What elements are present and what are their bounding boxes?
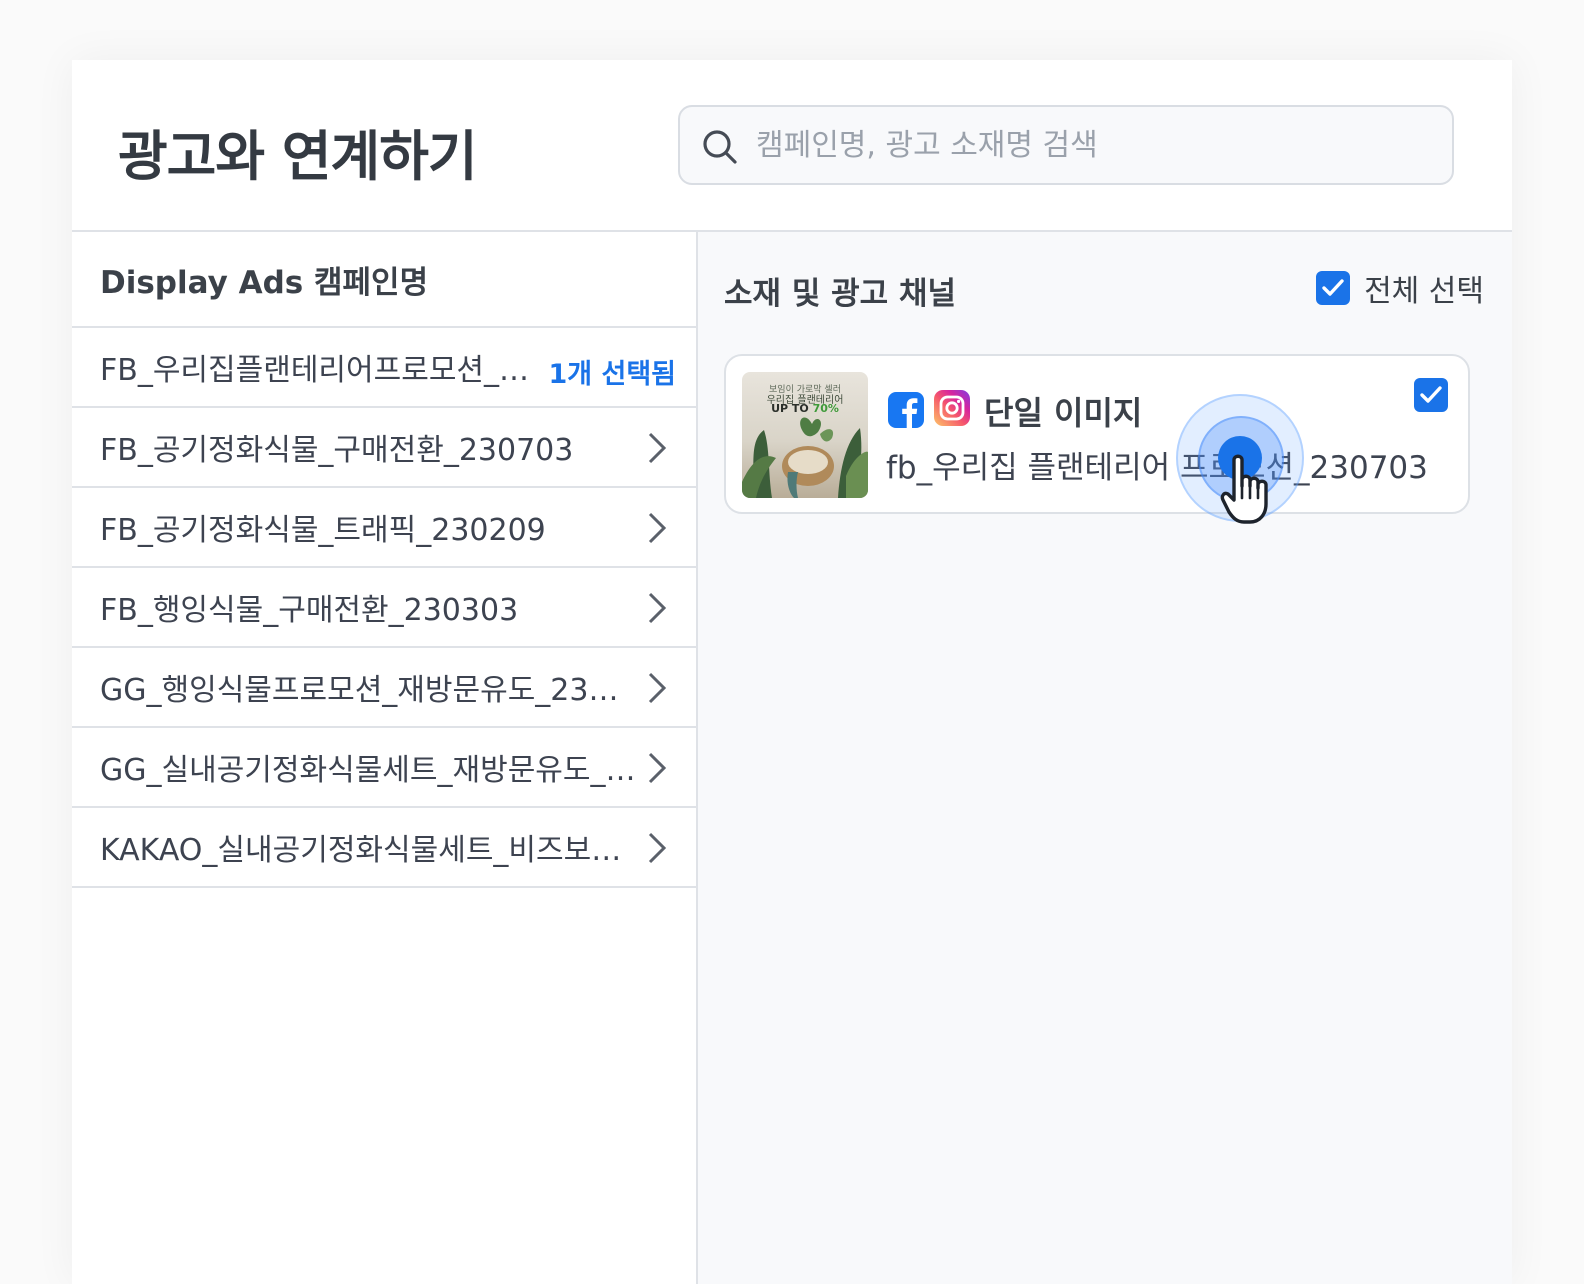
campaign-item[interactable]: FB_우리집플랜테리어프로모션_230703 1개 선택됨 [72, 328, 696, 408]
instagram-icon [934, 390, 970, 426]
select-all-toggle[interactable]: 전체 선택 [1316, 266, 1484, 310]
campaign-item-label: GG_실내공기정화식물세트_재방문유도_230703 [100, 753, 636, 788]
pointer-hand-icon [1220, 454, 1268, 524]
selected-count-badge: 1개 선택됨 [548, 359, 676, 390]
chevron-right-icon [648, 512, 667, 544]
campaign-item-label: FB_공기정화식물_트래픽_230209 [100, 513, 546, 548]
page-title: 광고와 연계하기 [118, 125, 478, 188]
plant-image [742, 417, 868, 498]
campaign-item-label: GG_행잉식물프로모션_재방문유도_230703 [100, 673, 636, 708]
campaign-item[interactable]: FB_행잉식물_구매전환_230303 [72, 568, 696, 648]
creative-name: fb_우리집 플랜테리어 프로모션_230703 [886, 450, 1428, 486]
campaign-list-heading: Display Ads 캠페인명 [72, 232, 696, 328]
creative-card[interactable]: 보임이 가로막 셀러 우리집 플랜테리어 UP TO 70% 단일 이미지 fb… [724, 354, 1470, 514]
chevron-right-icon [648, 432, 667, 464]
campaign-item-label: KAKAO_실내공기정화식물세트_비즈보드_230703 [100, 833, 636, 868]
campaign-list-panel: Display Ads 캠페인명 FB_우리집플랜테리어프로모션_230703 … [72, 232, 698, 1284]
creative-checkbox[interactable] [1414, 378, 1448, 412]
creative-type: 단일 이미지 [984, 394, 1143, 432]
dialog-header: 광고와 연계하기 [72, 60, 1512, 232]
search-icon [703, 130, 737, 164]
creative-panel-heading: 소재 및 광고 채널 [724, 276, 957, 312]
facebook-icon [888, 392, 924, 428]
campaign-item[interactable]: FB_공기정화식물_트래픽_230209 [72, 488, 696, 568]
click-indicator [1176, 394, 1306, 524]
chevron-right-icon [648, 752, 667, 784]
chevron-right-icon [648, 832, 667, 864]
campaign-item-label: FB_우리집플랜테리어프로모션_230703 [100, 353, 548, 388]
check-icon [1322, 279, 1344, 296]
campaign-item-label: FB_행잉식물_구매전환_230303 [100, 593, 519, 628]
search-box[interactable] [678, 105, 1454, 185]
check-icon [1420, 386, 1442, 403]
campaign-item-label: FB_공기정화식물_구매전환_230703 [100, 433, 574, 468]
campaign-item[interactable]: FB_공기정화식물_구매전환_230703 [72, 408, 696, 488]
search-input[interactable] [756, 117, 1436, 173]
chevron-right-icon [648, 592, 667, 624]
creative-thumbnail: 보임이 가로막 셀러 우리집 플랜테리어 UP TO 70% [742, 372, 868, 498]
chevron-right-icon [648, 672, 667, 704]
campaign-item[interactable]: GG_행잉식물프로모션_재방문유도_230703 [72, 648, 696, 728]
creative-panel: 소재 및 광고 채널 전체 선택 보임이 가로막 셀러 우리집 플랜테리어 UP… [698, 232, 1512, 1284]
link-ads-dialog: 광고와 연계하기 Display Ads 캠페인명 FB_우리집플랜테리어프로모… [72, 60, 1512, 1284]
select-all-label: 전체 선택 [1364, 274, 1484, 309]
select-all-checkbox[interactable] [1316, 271, 1351, 305]
campaign-item[interactable]: GG_실내공기정화식물세트_재방문유도_230703 [72, 728, 696, 808]
campaign-item[interactable]: KAKAO_실내공기정화식물세트_비즈보드_230703 [72, 808, 696, 888]
